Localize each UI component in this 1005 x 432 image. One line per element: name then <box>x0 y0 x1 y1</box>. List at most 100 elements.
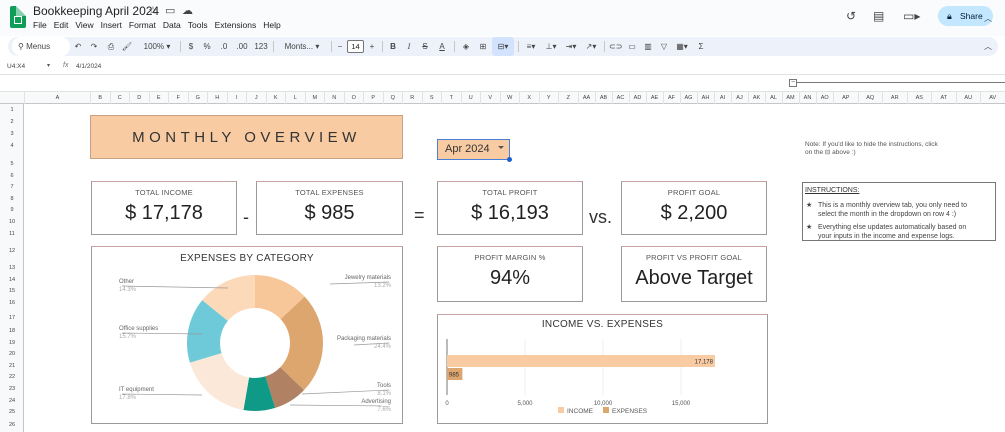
menu-extensions[interactable]: Extensions <box>215 20 257 30</box>
column-header-av[interactable]: AV <box>980 92 1005 104</box>
column-header-w[interactable]: W <box>499 92 520 104</box>
instructions-box[interactable]: INSTRUCTIONS: ★ This is a monthly overvi… <box>802 182 996 241</box>
column-header-z[interactable]: Z <box>558 92 578 104</box>
row-header-26[interactable]: 26 <box>0 422 24 428</box>
insert-comment-icon[interactable]: ▭ <box>626 37 638 56</box>
sheet-title[interactable]: MONTHLY OVERVIEW <box>90 115 403 159</box>
column-header-au[interactable]: AU <box>955 92 981 104</box>
month-dropdown[interactable]: Apr 2024 <box>437 139 512 162</box>
name-box-dropdown-icon[interactable]: ▾ <box>47 62 50 69</box>
collapse-group-button[interactable]: − <box>789 79 797 87</box>
column-header-s[interactable]: S <box>421 92 442 104</box>
row-header-25[interactable]: 25 <box>0 409 24 415</box>
menu-edit[interactable]: Edit <box>54 20 69 30</box>
column-header-ao[interactable]: AO <box>815 92 834 104</box>
move-folder-icon[interactable]: ▭ <box>165 4 175 17</box>
expenses-by-category-chart[interactable]: EXPENSES BY CATEGORY Jewelry materials 13… <box>91 246 403 424</box>
row-header-22[interactable]: 22 <box>0 374 24 380</box>
column-header-ac[interactable]: AC <box>611 92 629 104</box>
column-header-q[interactable]: Q <box>382 92 403 104</box>
redo-icon[interactable]: ↷ <box>88 37 100 56</box>
column-header-d[interactable]: D <box>129 92 149 104</box>
decrease-font-size-icon[interactable]: − <box>335 37 345 56</box>
menu-insert[interactable]: Insert <box>101 20 122 30</box>
column-header-f[interactable]: F <box>168 92 188 104</box>
profit-goal-card[interactable]: PROFIT GOAL $ 2,200 <box>621 181 767 235</box>
column-header-ag[interactable]: AG <box>679 92 697 104</box>
document-title[interactable]: Bookkeeping April 2024 <box>33 4 159 18</box>
star-icon[interactable]: ☆ <box>148 4 158 17</box>
comments-icon[interactable]: ▤ <box>873 9 884 23</box>
total-profit-card[interactable]: TOTAL PROFIT $ 16,193 <box>437 181 583 235</box>
menu-tools[interactable]: Tools <box>188 20 208 30</box>
income-vs-expenses-chart[interactable]: INCOME VS. EXPENSES 0 5,000 10,000 15,000 17… <box>437 314 768 424</box>
horizontal-align-icon[interactable]: ≡▾ <box>523 37 539 56</box>
column-header-ab[interactable]: AB <box>594 92 612 104</box>
row-header-7[interactable]: 7 <box>0 184 24 190</box>
row-header-20[interactable]: 20 <box>0 351 24 357</box>
column-header-aq[interactable]: AQ <box>857 92 883 104</box>
column-header-r[interactable]: R <box>402 92 422 104</box>
undo-icon[interactable]: ↶ <box>72 37 84 56</box>
row-header-9[interactable]: 9 <box>0 207 24 213</box>
menu-data[interactable]: Data <box>163 20 181 30</box>
collapse-menus-icon[interactable]: ︿ <box>984 13 992 24</box>
row-header-6[interactable]: 6 <box>0 173 24 179</box>
percent-format-button[interactable]: % <box>202 37 212 56</box>
strikethrough-button[interactable]: S <box>420 37 430 56</box>
column-header-c[interactable]: C <box>109 92 130 104</box>
profit-vs-goal-card[interactable]: PROFIT VS PROFIT GOAL Above Target <box>621 246 767 302</box>
hide-menus-icon[interactable]: ︿ <box>982 37 994 56</box>
italic-button[interactable]: I <box>404 37 414 56</box>
column-header-aj[interactable]: AJ <box>730 92 748 104</box>
menu-view[interactable]: View <box>75 20 93 30</box>
column-header-an[interactable]: AN <box>798 92 816 104</box>
meet-icon[interactable]: ▭▸ <box>903 9 920 23</box>
row-header-1[interactable]: 1 <box>0 107 24 113</box>
column-header-i[interactable]: I <box>226 92 247 104</box>
menu-file[interactable]: File <box>33 20 47 30</box>
row-header-15[interactable]: 15 <box>0 288 24 294</box>
cloud-status-icon[interactable]: ☁ <box>182 4 193 17</box>
text-rotation-icon[interactable]: ↗▾ <box>583 37 599 56</box>
name-box[interactable]: U4:X4 <box>7 63 25 70</box>
row-header-16[interactable]: 16 <box>0 300 24 306</box>
menu-format[interactable]: Format <box>129 20 156 30</box>
fill-color-icon[interactable]: ◈ <box>460 37 472 56</box>
total-expenses-card[interactable]: TOTAL EXPENSES $ 985 <box>256 181 403 235</box>
text-color-button[interactable]: A <box>436 37 448 56</box>
bar-income[interactable] <box>447 355 715 367</box>
column-header-x[interactable]: X <box>519 92 539 104</box>
column-header-y[interactable]: Y <box>538 92 559 104</box>
row-header-10[interactable]: 10 <box>0 219 24 225</box>
row-header-5[interactable]: 5 <box>0 161 24 167</box>
increase-decimal-button[interactable]: .00 <box>234 37 250 56</box>
row-header-3[interactable]: 3 <box>0 131 24 137</box>
column-header-ap[interactable]: AP <box>833 92 858 104</box>
insert-link-icon[interactable]: ⊂⊃ <box>609 37 622 56</box>
column-header-g[interactable]: G <box>187 92 208 104</box>
column-header-af[interactable]: AF <box>662 92 680 104</box>
zoom-select[interactable]: 100% ▾ <box>140 37 174 56</box>
functions-icon[interactable]: Σ <box>695 37 707 56</box>
font-size-input[interactable]: 14 <box>347 40 364 53</box>
column-header-as[interactable]: AS <box>906 92 932 104</box>
search-menus[interactable]: ⚲ Menus <box>12 37 70 56</box>
row-header-13[interactable]: 13 <box>0 265 24 271</box>
menu-help[interactable]: Help <box>263 20 280 30</box>
column-header-am[interactable]: AM <box>781 92 799 104</box>
column-header-ah[interactable]: AH <box>696 92 714 104</box>
donut-slice-it-equipment[interactable] <box>189 353 250 411</box>
column-header-at[interactable]: AT <box>931 92 956 104</box>
column-header-l[interactable]: L <box>285 92 305 104</box>
row-header-12[interactable]: 12 <box>0 248 24 254</box>
sheets-logo-icon[interactable] <box>10 6 26 28</box>
column-header-b[interactable]: B <box>90 92 110 104</box>
column-header-h[interactable]: H <box>207 92 227 104</box>
fill-handle[interactable] <box>507 157 512 162</box>
column-header-ai[interactable]: AI <box>713 92 731 104</box>
column-header-n[interactable]: N <box>324 92 344 104</box>
column-header-aa[interactable]: AA <box>577 92 595 104</box>
column-header-al[interactable]: AL <box>764 92 782 104</box>
row-header-24[interactable]: 24 <box>0 398 24 404</box>
